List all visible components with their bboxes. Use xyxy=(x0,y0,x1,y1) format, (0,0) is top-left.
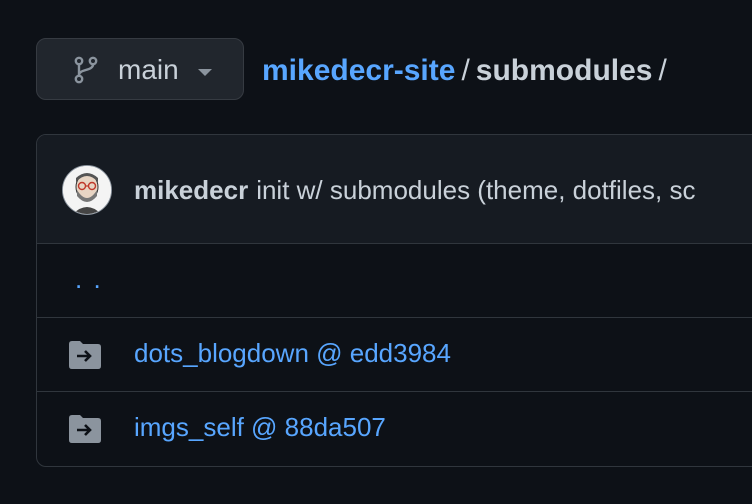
git-branch-icon xyxy=(74,56,98,84)
breadcrumb-repo-link[interactable]: mikedecr-site xyxy=(262,54,455,87)
submodule-link[interactable]: dots_blogdown @ edd3984 xyxy=(134,336,451,370)
commit-author-link[interactable]: mikedecr xyxy=(134,175,248,205)
breadcrumb: mikedecr-site / submodules / xyxy=(262,52,673,90)
chevron-down-icon xyxy=(198,69,212,76)
branch-name: main xyxy=(118,54,179,85)
submodule-folder-icon xyxy=(69,415,101,443)
parent-directory-link[interactable]: . . xyxy=(75,264,103,295)
avatar-illustration-icon xyxy=(63,166,111,214)
parent-directory-row[interactable]: . . xyxy=(37,244,752,318)
commit-message-link[interactable]: init w/ submodules (theme, dotfiles, sc xyxy=(256,175,695,205)
submodule-link[interactable]: imgs_self @ 88da507 xyxy=(134,410,386,444)
branch-selector-button[interactable]: main xyxy=(36,38,244,100)
submodule-folder-icon xyxy=(69,341,101,369)
file-row[interactable]: dots_blogdown @ edd3984 xyxy=(37,318,752,392)
repository-page: main mikedecr-site / submodules / mikede… xyxy=(0,0,752,504)
file-browser: mikedecr init w/ submodules (theme, dotfi… xyxy=(36,134,752,467)
breadcrumb-current-directory: submodules xyxy=(475,54,653,87)
latest-commit-bar: mikedecr init w/ submodules (theme, dotfi… xyxy=(37,135,752,244)
avatar[interactable] xyxy=(62,165,112,215)
file-row[interactable]: imgs_self @ 88da507 xyxy=(37,392,752,465)
breadcrumb-separator: / xyxy=(658,54,667,87)
breadcrumb-separator: / xyxy=(461,54,470,87)
commit-summary: mikedecr init w/ submodules (theme, dotfi… xyxy=(134,173,695,207)
